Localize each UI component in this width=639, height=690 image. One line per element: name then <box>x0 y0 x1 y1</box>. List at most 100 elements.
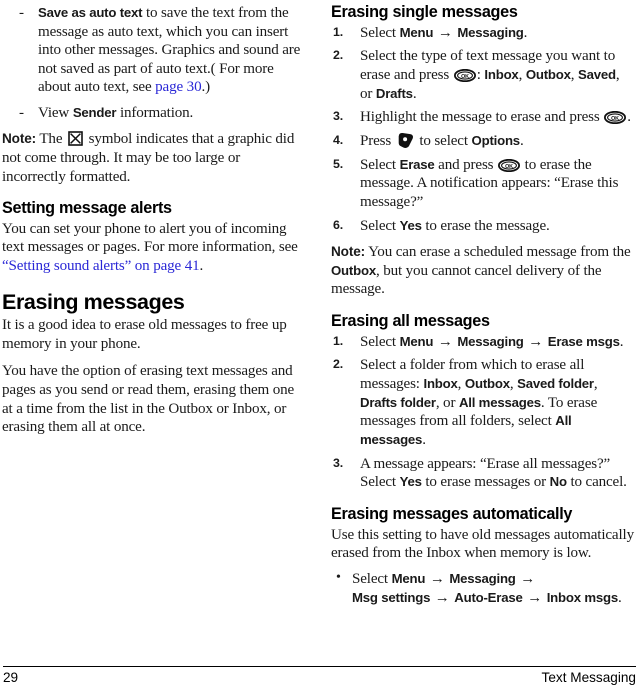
page-number: 29 <box>3 670 19 685</box>
auto-erase-menu-path: Select Menu → Messaging → Msg settings →… <box>352 571 622 606</box>
ui-term-menu: Menu <box>391 570 426 586</box>
step-number: 1. <box>333 24 344 39</box>
step-text: Select <box>352 570 392 587</box>
step-text: to erase the message. <box>421 217 550 234</box>
dash-marker: - <box>19 104 24 121</box>
step-text: to select <box>415 133 472 150</box>
ui-term-no: No <box>549 474 567 490</box>
bullet-list-auto-erase: • Select Menu → Messaging → Msg settings… <box>331 570 634 608</box>
step-text: , <box>518 67 526 84</box>
ui-term-messaging: Messaging <box>449 570 516 586</box>
step-text: , <box>457 376 465 392</box>
dash-item-1-post: information. <box>116 104 194 121</box>
page-footer: 29 Text Messaging <box>0 665 639 690</box>
step-text: Select <box>360 24 400 41</box>
step-text: Select <box>360 333 400 350</box>
heading-erasing-messages-automatically: Erasing messages automatically <box>331 504 573 523</box>
ui-term-messaging: Messaging <box>457 333 524 349</box>
ui-term-menu: Menu <box>399 333 434 349</box>
ok-key-icon: OK <box>604 111 627 125</box>
left-column: - Save as auto text to save the text fro… <box>0 0 319 446</box>
paragraph-auto-erase: Use this setting to have old messages au… <box>331 526 634 562</box>
step-number: 5. <box>333 156 344 171</box>
step-text: Highlight the message to erase and press <box>360 109 604 126</box>
right-column: Erasing single messages 1. Select Menu → … <box>319 0 638 614</box>
procedure-step: 3. Highlight the message to erase and pre… <box>331 108 634 127</box>
dash-item-view-sender: - View Sender information. <box>2 104 301 123</box>
procedure-step: 1. Select Menu → Messaging. <box>331 24 634 43</box>
procedure-step: 2. Select the type of text message you wa… <box>331 47 634 103</box>
step-text: , or <box>435 394 459 411</box>
note-label: Note: <box>2 131 36 147</box>
step-text: Press <box>360 133 395 150</box>
ui-term-outbox: Outbox <box>525 67 571 83</box>
ui-term-erase-msgs: Erase msgs <box>547 333 620 349</box>
ui-term-auto-erase: Auto-Erase <box>454 589 523 605</box>
broken-graphic-icon <box>68 131 83 147</box>
heading-erasing-all-messages: Erasing all messages <box>331 311 490 330</box>
heading-erasing-messages: Erasing messages <box>2 289 185 314</box>
ui-term-inbox: Inbox <box>423 376 458 391</box>
ui-term-menu: Menu <box>399 24 434 40</box>
arrow-icon: → <box>524 333 547 350</box>
step-text: , <box>593 376 598 392</box>
chapter-name: Text Messaging <box>541 670 636 685</box>
ui-term-erase: Erase <box>399 156 435 172</box>
dash-marker: - <box>19 5 24 21</box>
dash-bullet-list: - Save as auto text to save the text fro… <box>2 4 301 122</box>
step-text: . <box>523 24 528 41</box>
arrow-icon: → <box>434 333 457 350</box>
ui-term-drafts-folder: Drafts folder <box>360 394 436 410</box>
ui-term-saved-folder: Saved folder <box>517 376 594 391</box>
procedure-step: 3. A message appears: “Erase all messages… <box>331 455 634 492</box>
ui-term-all-messages: All messages <box>458 394 541 410</box>
note-scheduled-message: Note: You can erase a scheduled message … <box>331 243 634 299</box>
step-text: Select <box>360 156 400 173</box>
procedure-step: 6. Select Yes to erase the message. <box>331 217 634 236</box>
ui-term-inbox: Inbox <box>484 67 519 83</box>
procedure-step: 4. Press to select Options. <box>331 132 634 151</box>
step-number: 3. <box>333 455 344 470</box>
svg-text:OK: OK <box>505 164 513 170</box>
step-number: 6. <box>333 217 344 232</box>
arrow-icon: → <box>516 570 536 587</box>
heading-setting-message-alerts: Setting message alerts <box>2 199 172 218</box>
note-label: Note: <box>331 244 365 260</box>
two-column-body: - Save as auto text to save the text fro… <box>0 0 639 648</box>
term-sender: Sender <box>72 104 117 120</box>
step-number: 2. <box>333 48 344 63</box>
dash-item-save-as-auto-text: - Save as auto text to save the text fro… <box>2 4 301 97</box>
ok-key-icon: OK <box>453 68 476 83</box>
dash-item-1-pre: View <box>38 104 73 121</box>
procedure-step: 5. Select Erase and press OK to erase the… <box>331 156 634 212</box>
steps-erasing-single: 1. Select Menu → Messaging. 2. Select the t… <box>331 24 634 235</box>
footer-divider <box>3 665 636 667</box>
step-text: to erase messages or <box>421 474 550 491</box>
ui-term-outbox: Outbox <box>464 376 510 391</box>
alerts-post-text: . <box>199 258 204 274</box>
step-text: . <box>619 333 624 350</box>
note-pre-text: The <box>36 131 66 148</box>
ui-term-saved: Saved <box>578 67 616 83</box>
bullet-item-auto-erase-path: • Select Menu → Messaging → Msg settings… <box>331 570 634 608</box>
ui-term-yes: Yes <box>399 217 422 233</box>
step-text: . <box>519 133 524 150</box>
footer-row: 29 Text Messaging <box>3 670 636 690</box>
soft-key-icon <box>397 132 414 149</box>
svg-text:OK: OK <box>611 116 619 122</box>
arrow-icon: → <box>426 570 449 587</box>
xref-setting-sound-alerts[interactable]: “Setting sound alerts” on page 41 <box>2 258 200 274</box>
note-single-pre: You can erase a scheduled message from t… <box>365 244 631 261</box>
arrow-icon: → <box>523 589 546 606</box>
ui-term-msg-settings: Msg settings <box>352 589 431 605</box>
xref-page-30[interactable]: page 30 <box>155 79 201 95</box>
ok-key-icon: OK <box>498 158 521 172</box>
paragraph-message-alerts: You can set your phone to alert you of i… <box>2 220 301 276</box>
term-outbox: Outbox <box>331 262 376 278</box>
step-text: Select <box>360 217 400 234</box>
manual-page: - Save as auto text to save the text fro… <box>0 0 639 690</box>
ui-term-inbox-msgs: Inbox msgs <box>546 589 618 605</box>
step-text: . <box>627 109 631 126</box>
step-text: and press <box>434 156 498 173</box>
arrow-icon: → <box>434 24 457 41</box>
